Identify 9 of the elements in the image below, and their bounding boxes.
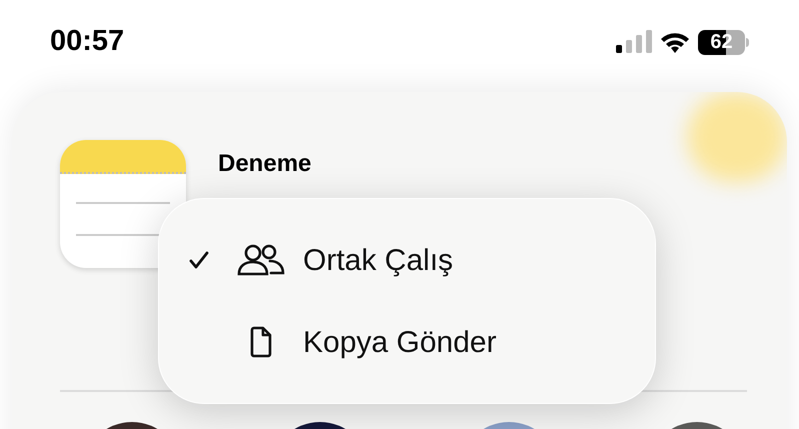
clock-time: 00:57	[50, 24, 124, 60]
checkmark-icon	[189, 251, 209, 269]
signal-icon	[616, 30, 652, 54]
document-icon	[249, 326, 273, 358]
menu-item-label: Ortak Çalış	[303, 242, 454, 278]
menu-item-label: Kopya Gönder	[303, 324, 496, 360]
note-title: Deneme	[218, 149, 312, 179]
menu-item[interactable]: Kopya Gönder	[159, 301, 655, 383]
people-icon	[236, 243, 286, 277]
